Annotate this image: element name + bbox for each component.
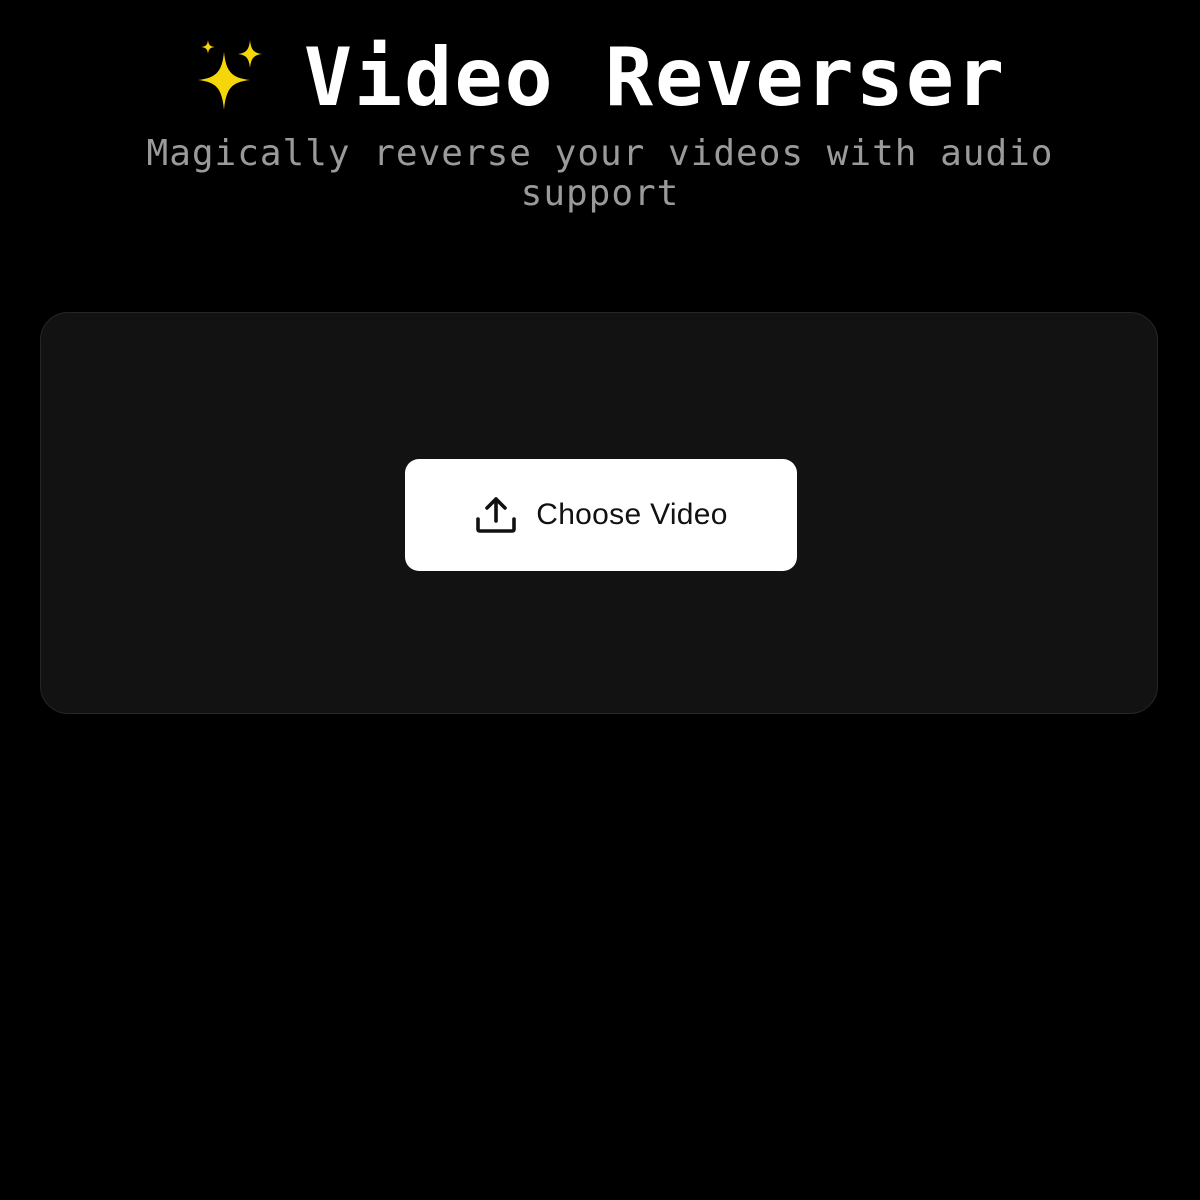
- page-title: Video Reverser: [0, 28, 1200, 128]
- page-subtitle: Magically reverse your videos with audio…: [146, 133, 1054, 214]
- choose-video-label: Choose Video: [536, 498, 728, 531]
- upload-icon: [474, 493, 518, 537]
- choose-video-button[interactable]: Choose Video: [405, 459, 797, 571]
- sparkles-icon: [194, 38, 264, 118]
- upload-card: Choose Video: [40, 312, 1158, 714]
- page-header: Video Reverser Magically reverse your vi…: [0, 28, 1200, 214]
- title-text: Video Reverser: [303, 31, 1007, 124]
